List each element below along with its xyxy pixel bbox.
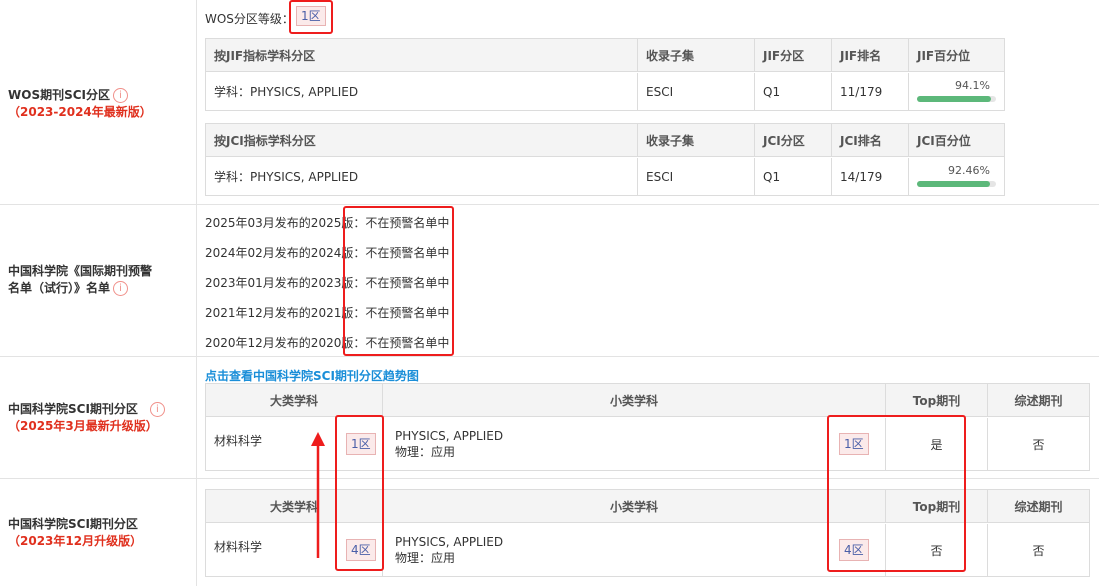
jci-collection: ESCI — [637, 158, 754, 195]
jif-percentile-bar — [917, 96, 996, 102]
jci-quartile: Q1 — [754, 158, 831, 195]
arrow-up-annotation — [311, 432, 325, 558]
jci-header-rank: JCI排名 — [831, 124, 908, 156]
jif-header-collection: 收录子集 — [637, 39, 754, 71]
info-icon[interactable]: i — [113, 281, 129, 296]
cas2025-header-top: Top期刊 — [885, 384, 987, 416]
cas2025-minor-cn: 物理：应用 — [395, 445, 456, 459]
cas2025-title: 中国科学院SCI期刊分区 — [8, 402, 138, 416]
cas2023-header-review: 综述期刊 — [987, 490, 1089, 522]
cas2025-label-cell: 中国科学院SCI期刊分区 i （2025年3月最新升级版） — [0, 357, 197, 478]
jci-header-subject: 按JCI指标学科分区 — [214, 133, 316, 148]
cas2023-title: 中国科学院SCI期刊分区 — [8, 517, 138, 531]
jci-rank: 14/179 — [831, 158, 908, 195]
cas2023-review: 否 — [987, 524, 1089, 576]
cas-trend-link[interactable]: 点击查看中国科学院SCI期刊分区趋势图 — [205, 367, 419, 384]
cas2025-minor-cell: PHYSICS, APPLIED 物理：应用 1区 — [382, 418, 885, 470]
cas2023-label-cell: 中国科学院SCI期刊分区 （2023年12月升级版） — [0, 479, 197, 586]
jci-header-percentile: JCI百分位 — [908, 124, 1004, 156]
jif-collection: ESCI — [637, 73, 754, 110]
cas2023-minor-text: PHYSICS, APPLIED 物理：应用 — [395, 534, 503, 566]
wos-title: WOS期刊SCI分区 — [8, 88, 110, 102]
cas2023-major: 材料科学 — [214, 540, 263, 554]
jif-header-rank: JIF排名 — [831, 39, 908, 71]
warning-version-label: 2021年12月发布的2021版： — [205, 306, 366, 320]
jif-header-quartile: JIF分区 — [754, 39, 831, 71]
jci-table: 按JCI指标学科分区 收录子集 JCI分区 JCI排名 JCI百分位 学科：PH… — [205, 123, 1005, 196]
annotation-box-minor-zones — [827, 415, 966, 572]
jif-rank: 11/179 — [831, 73, 908, 110]
cas2025-minor-en: PHYSICS, APPLIED — [395, 429, 504, 443]
warning-label-cell: 中国科学院《国际期刊预警 名单（试行）》名单 i — [0, 205, 197, 356]
jci-subject: 学科：PHYSICS, APPLIED — [214, 170, 359, 184]
warning-title-line2: 名单（试行）》名单 — [8, 281, 111, 295]
cas2025-table-header: 大类学科 小类学科 Top期刊 综述期刊 — [206, 384, 1089, 417]
cas2025-review: 否 — [987, 418, 1089, 470]
jci-percentile-cell: 92.46% — [908, 158, 1004, 195]
warning-version-label: 2024年02月发布的2024版： — [205, 246, 366, 260]
jif-table: 按JIF指标学科分区 收录子集 JIF分区 JIF排名 JIF百分位 学科：PH… — [205, 38, 1005, 111]
jci-header-collection: 收录子集 — [637, 124, 754, 156]
journal-info-panel: WOS期刊SCI分区 i （2023-2024年最新版） WOS分区等级： 1区 … — [0, 0, 1099, 586]
cas2023-minor-en: PHYSICS, APPLIED — [395, 535, 504, 549]
cas2025-header-major: 大类学科 — [269, 393, 318, 408]
table-row: 学科：PHYSICS, APPLIED ESCI Q1 14/179 92.46… — [206, 158, 1004, 195]
cas2023-minor-cn: 物理：应用 — [395, 551, 456, 565]
cas2023-header-minor: 小类学科 — [382, 490, 885, 522]
jci-percentile-fill — [917, 181, 991, 187]
cas2025-major: 材料科学 — [214, 434, 263, 448]
warning-version-label: 2025年03月发布的2025版： — [205, 216, 366, 230]
wos-subtitle: （2023-2024年最新版） — [8, 105, 152, 119]
jif-header-subject: 按JIF指标学科分区 — [214, 48, 316, 63]
info-icon[interactable]: i — [149, 402, 165, 417]
annotation-box-warning-status — [343, 206, 454, 356]
warning-row: 中国科学院《国际期刊预警 名单（试行）》名单 i — [0, 205, 1099, 357]
cas2023-minor-cell: PHYSICS, APPLIED 物理：应用 4区 — [382, 524, 885, 576]
warning-version-label: 2023年01月发布的2023版： — [205, 276, 366, 290]
cas2025-subtitle: （2025年3月最新升级版） — [8, 419, 158, 433]
cas2025-header-minor: 小类学科 — [382, 384, 885, 416]
cas2023-subtitle: （2023年12月升级版） — [8, 534, 143, 548]
jci-percentile-text: 92.46% — [948, 164, 990, 177]
wos-row: WOS期刊SCI分区 i （2023-2024年最新版） WOS分区等级： 1区 … — [0, 0, 1099, 205]
warning-title-line1: 中国科学院《国际期刊预警 — [8, 264, 153, 278]
jci-percentile-bar — [917, 181, 996, 187]
jif-percentile-text: 94.1% — [955, 79, 990, 92]
warning-version-label: 2020年12月发布的2020版： — [205, 336, 366, 350]
jif-quartile: Q1 — [754, 73, 831, 110]
wos-level-label: WOS分区等级： — [205, 12, 294, 26]
jif-percentile-cell: 94.1% — [908, 73, 1004, 110]
jif-table-header: 按JIF指标学科分区 收录子集 JIF分区 JIF排名 JIF百分位 — [206, 39, 1004, 72]
jif-subject: 学科：PHYSICS, APPLIED — [214, 85, 359, 99]
jci-table-header: 按JCI指标学科分区 收录子集 JCI分区 JCI排名 JCI百分位 — [206, 124, 1004, 157]
annotation-box-wos-level — [289, 0, 333, 34]
info-icon[interactable]: i — [113, 88, 128, 103]
cas2025-minor-text: PHYSICS, APPLIED 物理：应用 — [395, 428, 503, 460]
annotation-box-major-zones — [335, 415, 384, 571]
table-row: 学科：PHYSICS, APPLIED ESCI Q1 11/179 94.1% — [206, 73, 1004, 110]
wos-label-cell: WOS期刊SCI分区 i （2023-2024年最新版） — [0, 0, 197, 204]
jif-header-percentile: JIF百分位 — [908, 39, 1004, 71]
jif-percentile-fill — [917, 96, 992, 102]
cas2025-header-review: 综述期刊 — [987, 384, 1089, 416]
jci-header-quartile: JCI分区 — [754, 124, 831, 156]
